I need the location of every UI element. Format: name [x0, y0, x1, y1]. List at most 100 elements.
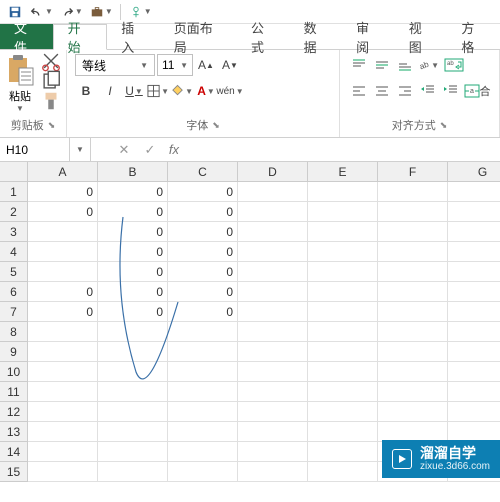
cell[interactable] [238, 182, 308, 202]
tab-view[interactable]: 视图 [395, 24, 448, 49]
cell[interactable] [28, 382, 98, 402]
cell[interactable] [168, 422, 238, 442]
cell[interactable] [308, 402, 378, 422]
cell[interactable] [28, 462, 98, 482]
column-header[interactable]: E [308, 162, 378, 182]
tab-formulas[interactable]: 公式 [237, 24, 290, 49]
cell[interactable] [308, 342, 378, 362]
cell[interactable] [238, 362, 308, 382]
cell[interactable] [448, 242, 500, 262]
cell[interactable]: 0 [168, 282, 238, 302]
cell[interactable] [98, 422, 168, 442]
tab-data[interactable]: 数据 [290, 24, 343, 49]
row-header[interactable]: 7 [0, 302, 28, 322]
row-header[interactable]: 8 [0, 322, 28, 342]
cell[interactable]: 0 [168, 242, 238, 262]
cell[interactable] [378, 302, 448, 322]
bold-button[interactable]: B [75, 80, 97, 102]
cell[interactable] [378, 282, 448, 302]
cell[interactable]: 0 [98, 262, 168, 282]
row-header[interactable]: 5 [0, 262, 28, 282]
cell[interactable] [448, 202, 500, 222]
align-right-icon[interactable] [394, 80, 416, 102]
cell[interactable] [448, 362, 500, 382]
font-color-icon[interactable]: A▼ [195, 80, 217, 102]
cell[interactable] [378, 382, 448, 402]
cell[interactable] [238, 342, 308, 362]
cell[interactable] [448, 262, 500, 282]
cell[interactable] [28, 422, 98, 442]
cell[interactable]: 0 [168, 202, 238, 222]
cell[interactable] [308, 442, 378, 462]
cell[interactable] [448, 222, 500, 242]
cell[interactable] [378, 262, 448, 282]
cell[interactable] [98, 442, 168, 462]
tab-home[interactable]: 开始 [53, 24, 108, 50]
border-icon[interactable]: ▼ [147, 80, 169, 102]
cell[interactable] [28, 442, 98, 462]
cell[interactable] [98, 382, 168, 402]
cell[interactable] [378, 242, 448, 262]
cell[interactable] [378, 362, 448, 382]
cell[interactable] [238, 222, 308, 242]
merge-cells-icon[interactable]: a合 [463, 80, 491, 102]
row-header[interactable]: 13 [0, 422, 28, 442]
cell[interactable] [28, 322, 98, 342]
cell[interactable] [168, 442, 238, 462]
cell[interactable] [238, 442, 308, 462]
tab-insert[interactable]: 插入 [107, 24, 160, 49]
column-header[interactable]: A [28, 162, 98, 182]
cell[interactable] [238, 322, 308, 342]
cell[interactable] [28, 342, 98, 362]
cell[interactable] [28, 222, 98, 242]
increase-indent-icon[interactable] [440, 80, 462, 102]
row-header[interactable]: 1 [0, 182, 28, 202]
cell[interactable]: 0 [98, 242, 168, 262]
cell[interactable] [98, 322, 168, 342]
align-top-icon[interactable] [348, 54, 370, 76]
cell[interactable] [168, 322, 238, 342]
cell[interactable]: 0 [98, 182, 168, 202]
name-box-dropdown-icon[interactable]: ▼ [70, 138, 91, 161]
customize-dropdown-icon[interactable]: ▼ [105, 7, 113, 16]
cell[interactable] [238, 282, 308, 302]
column-header[interactable]: F [378, 162, 448, 182]
underline-button[interactable]: U▼ [123, 80, 145, 102]
cell[interactable] [308, 382, 378, 402]
tab-format[interactable]: 方格 [447, 24, 500, 49]
cell[interactable] [98, 462, 168, 482]
cell[interactable]: 0 [28, 182, 98, 202]
cell[interactable] [238, 382, 308, 402]
align-middle-icon[interactable] [371, 54, 393, 76]
cell[interactable] [378, 322, 448, 342]
dialog-launcher-icon[interactable]: ⬊ [440, 120, 448, 131]
column-header[interactable]: C [168, 162, 238, 182]
row-header[interactable]: 4 [0, 242, 28, 262]
select-all-corner[interactable] [0, 162, 28, 182]
cell[interactable] [378, 222, 448, 242]
tab-file[interactable]: 文件 [0, 24, 53, 49]
row-header[interactable]: 6 [0, 282, 28, 302]
cell[interactable]: 0 [98, 302, 168, 322]
cell[interactable]: 0 [98, 222, 168, 242]
cell[interactable] [308, 182, 378, 202]
cell[interactable]: 0 [168, 182, 238, 202]
phonetic-icon[interactable]: wén▼ [219, 80, 241, 102]
row-header[interactable]: 14 [0, 442, 28, 462]
font-name-select[interactable]: 等线▼ [75, 54, 155, 76]
cancel-formula-icon[interactable]: ✕ [111, 138, 137, 161]
cell[interactable] [378, 342, 448, 362]
cell[interactable] [168, 462, 238, 482]
row-header[interactable]: 11 [0, 382, 28, 402]
row-header[interactable]: 2 [0, 202, 28, 222]
cell[interactable] [168, 342, 238, 362]
orientation-icon[interactable]: ab▼ [417, 54, 439, 76]
cell[interactable] [448, 402, 500, 422]
cell[interactable] [238, 462, 308, 482]
cell[interactable] [308, 362, 378, 382]
paste-button[interactable]: 粘贴 ▼ [4, 52, 36, 115]
confirm-formula-icon[interactable]: ✓ [137, 138, 163, 161]
cell[interactable]: 0 [168, 262, 238, 282]
tab-review[interactable]: 审阅 [342, 24, 395, 49]
cell[interactable] [378, 202, 448, 222]
